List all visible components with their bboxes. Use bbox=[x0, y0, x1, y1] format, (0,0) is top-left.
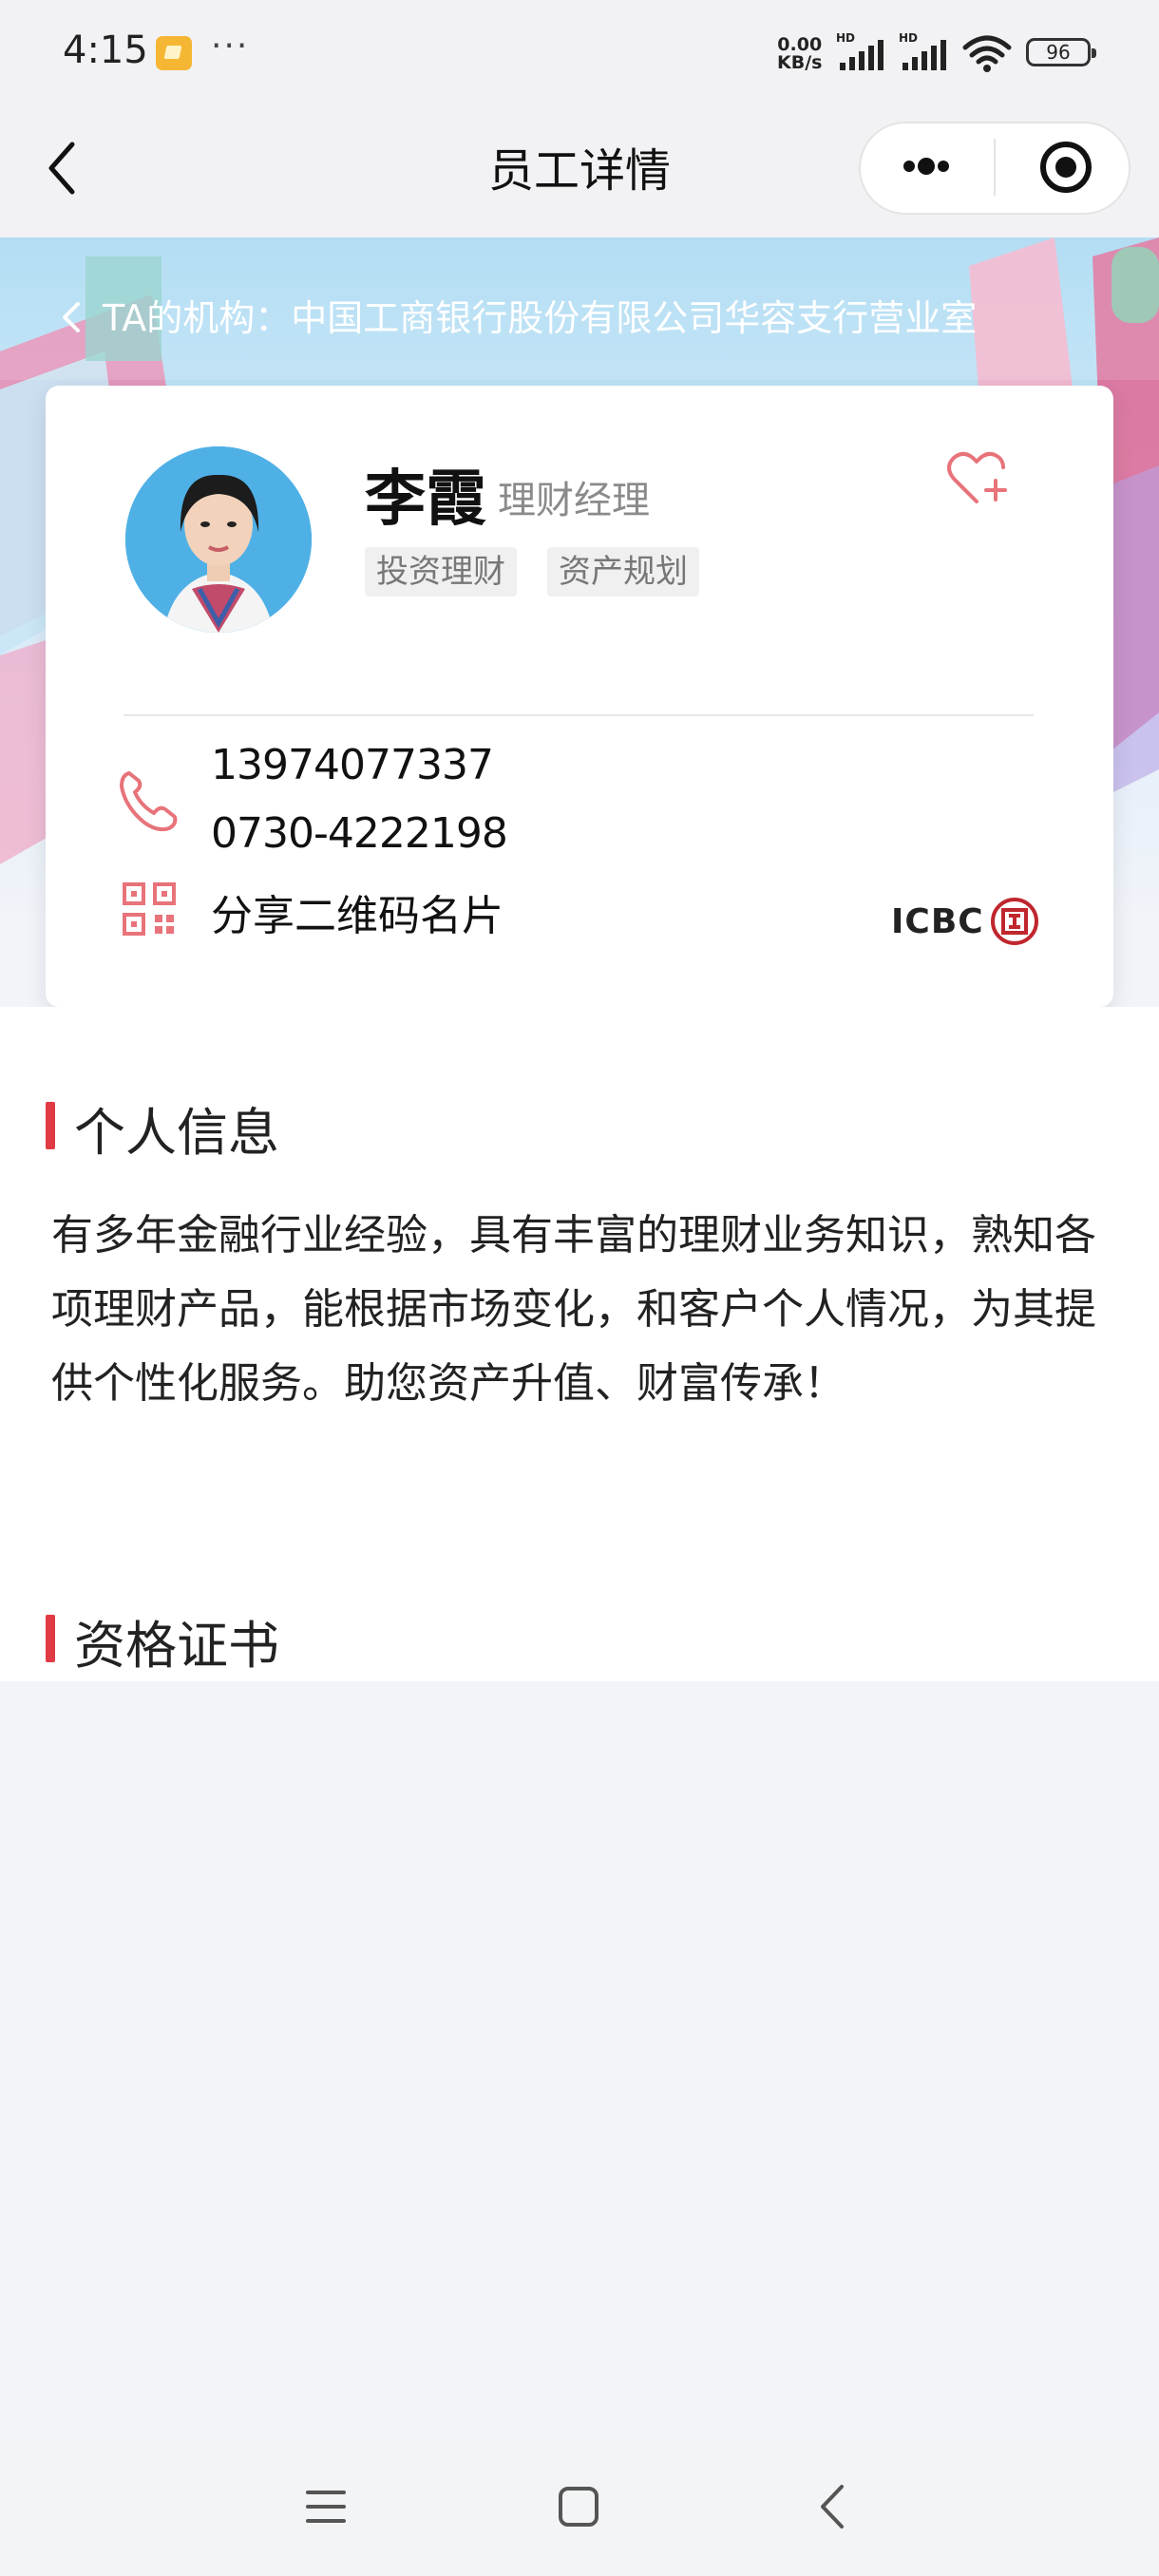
card-divider bbox=[124, 714, 1034, 716]
section-marker-2 bbox=[46, 1615, 55, 1662]
tag-asset-planning: 资产规划 bbox=[547, 547, 699, 597]
wifi-icon bbox=[962, 35, 1012, 72]
employee-role: 理财经理 bbox=[498, 479, 650, 522]
bank-brand-text: ICBC bbox=[891, 902, 984, 941]
signal-strength-2-icon: HD bbox=[899, 32, 946, 70]
network-speed-unit: KB/s bbox=[777, 52, 823, 73]
signal-strength-icon: HD bbox=[836, 32, 884, 70]
svg-text:HD: HD bbox=[836, 32, 855, 45]
more-dots-icon[interactable] bbox=[893, 133, 960, 199]
home-square-icon[interactable] bbox=[555, 2483, 602, 2530]
network-speed: 0.00 KB/s bbox=[777, 36, 822, 72]
heart-plus-icon[interactable] bbox=[946, 448, 1013, 509]
mobile-number[interactable]: 13974077337 bbox=[211, 741, 494, 789]
capsule-divider bbox=[994, 139, 996, 196]
target-close-icon[interactable] bbox=[1036, 137, 1096, 198]
back-triangle-icon[interactable] bbox=[809, 2481, 857, 2532]
icbc-logo bbox=[991, 898, 1038, 945]
personal-info-title: 个人信息 bbox=[74, 1103, 279, 1163]
battery-indicator: 96 bbox=[1026, 38, 1096, 66]
status-time: 4:15 bbox=[63, 28, 148, 72]
phone-icon[interactable] bbox=[116, 767, 182, 834]
employee-name: 李霞 bbox=[365, 464, 486, 535]
notification-app-icon bbox=[156, 36, 192, 70]
qr-code-icon[interactable] bbox=[122, 881, 177, 937]
share-qr-card[interactable]: 分享二维码名片 bbox=[211, 881, 504, 942]
personal-info-text: 有多年金融行业经验，具有丰富的理财业务知识，熟知各项理财产品，能根据市场变化，和… bbox=[51, 1211, 1096, 1408]
organization-link[interactable]: TA的机构：中国工商银行股份有限公司华容支行营业室 bbox=[103, 289, 977, 341]
org-chevron-icon[interactable] bbox=[57, 298, 86, 336]
telephone-number[interactable]: 0730-4222198 bbox=[211, 809, 508, 858]
section-marker bbox=[46, 1102, 55, 1149]
avatar bbox=[125, 446, 312, 633]
tag-investment: 投资理财 bbox=[365, 547, 517, 597]
more-notifications-icon: ··· bbox=[211, 27, 250, 66]
svg-text:HD: HD bbox=[899, 32, 918, 45]
menu-icon[interactable] bbox=[302, 2483, 350, 2530]
certificates-title: 资格证书 bbox=[74, 1616, 279, 1676]
